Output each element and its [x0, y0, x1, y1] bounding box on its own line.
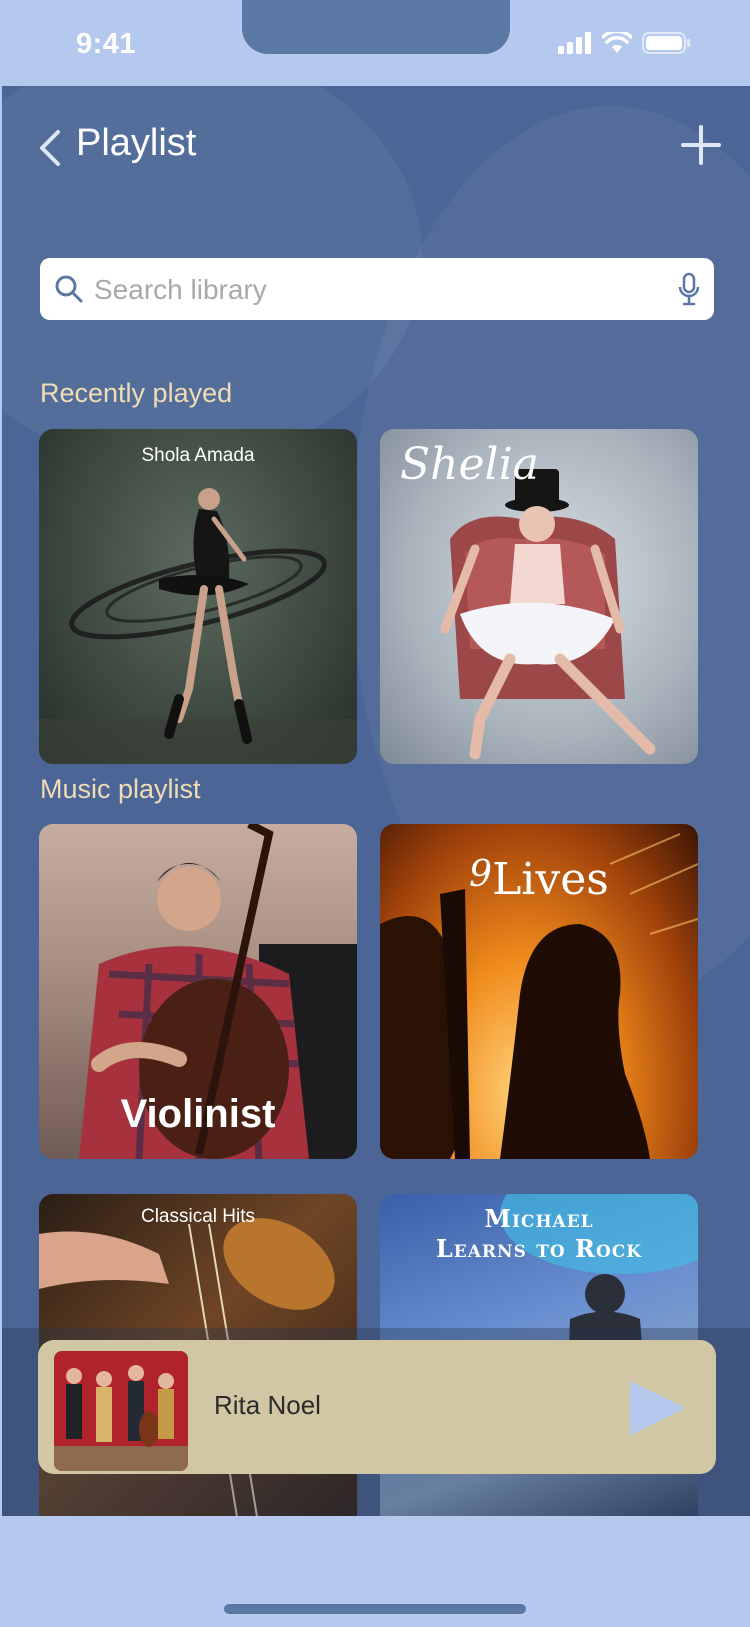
home-indicator[interactable] [224, 1604, 526, 1614]
ballerina-artwork [39, 488, 357, 764]
battery-icon [642, 32, 690, 54]
card-title: 9Lives [469, 854, 609, 905]
card-title-prefix: 9 [469, 854, 493, 895]
notch [242, 0, 510, 54]
now-playing-track: Rita Noel [214, 1390, 321, 1420]
quartet-artwork [54, 1351, 188, 1471]
header: Playlist [2, 86, 750, 236]
card-title: Michael Learns to Rock [435, 1204, 643, 1263]
status-icons [558, 32, 690, 54]
page-title: Playlist [76, 122, 197, 164]
section-title-music-playlist: Music playlist [40, 774, 201, 804]
card-violinist[interactable]: Violinist [39, 824, 357, 1159]
now-playing-artwork [54, 1351, 188, 1471]
microphone-icon[interactable] [678, 272, 700, 306]
search-input[interactable] [92, 266, 656, 314]
status-time: 9:41 [76, 28, 137, 60]
add-plus-icon[interactable] [680, 124, 722, 166]
card-title: Shelia [400, 439, 539, 490]
search-bar[interactable] [40, 258, 714, 320]
cellular-signal-icon [558, 32, 591, 54]
play-icon[interactable] [626, 1378, 686, 1438]
card-shelia[interactable]: Shelia [380, 429, 698, 764]
back-chevron-icon[interactable] [36, 128, 64, 168]
wifi-icon [602, 32, 632, 53]
card-lives[interactable]: 9Lives [380, 824, 698, 1159]
status-bar: 9:41 [0, 0, 750, 86]
card-title: Shola Amada [141, 445, 255, 466]
card-shola-amada[interactable]: Shola Amada [39, 429, 357, 764]
app-content: Playlist Recently played [2, 86, 750, 1516]
section-title-recently-played: Recently played [40, 378, 233, 408]
card-title: Classical Hits [140, 1206, 256, 1227]
card-title: Violinist [120, 1092, 276, 1136]
search-icon [55, 275, 83, 303]
now-playing-bar[interactable]: Rita Noel [38, 1340, 716, 1474]
